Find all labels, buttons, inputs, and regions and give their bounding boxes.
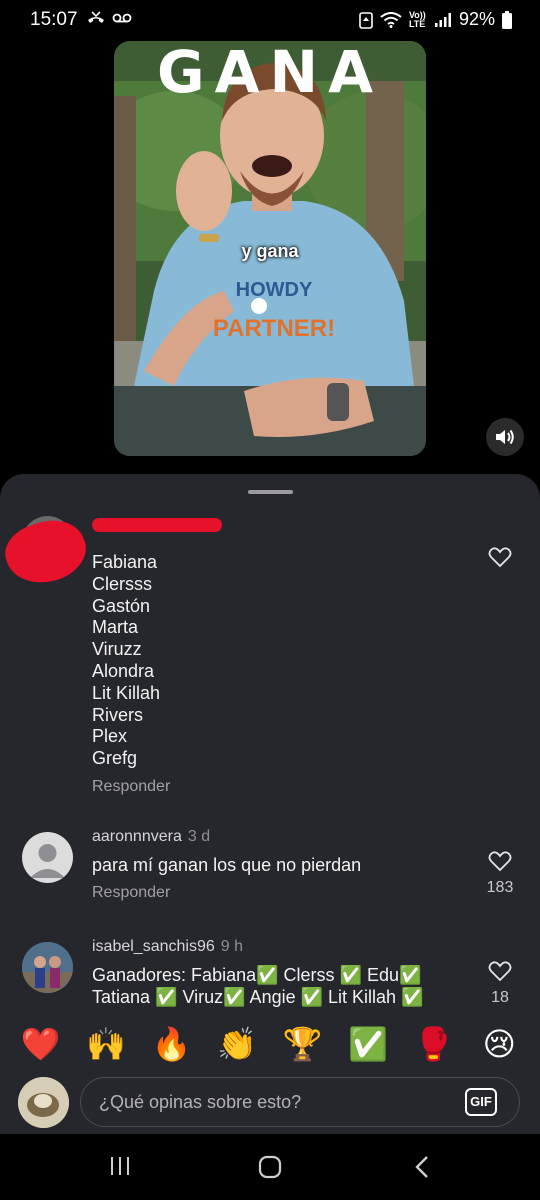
heart-icon <box>488 547 512 568</box>
redaction-scribble <box>0 510 94 594</box>
comment-body: aaronnnvera 3 d para mí ganan los que no … <box>92 826 470 902</box>
raised-hands-emoji-button[interactable]: 🙌 <box>84 1024 128 1064</box>
fire-emoji-button[interactable]: 🔥 <box>150 1024 194 1064</box>
shirt-text-2: PARTNER! <box>213 315 335 342</box>
comment-line: Grefg <box>92 748 138 769</box>
comment-text: Ganadores: Fabiana✅ Clerss ✅ Edu✅ Tatian… <box>92 965 424 1007</box>
emoji-quick-bar: ❤️ 🙌 🔥 👏 🏆 ✅ 🥊 😢 <box>0 1020 540 1068</box>
comment-header: isabel_sanchis96 9 h <box>92 936 460 958</box>
clap-emoji-button[interactable]: 👏 <box>215 1024 259 1064</box>
avatar[interactable] <box>22 832 73 883</box>
video-player[interactable]: HOWDY PARTNER! GANA y gana <box>114 41 426 456</box>
heart-emoji-button[interactable]: ❤️ <box>19 1024 63 1064</box>
comment-body: isabel_sanchis96 9 h Ganadores: Fabiana✅ … <box>92 936 460 1008</box>
comment-composer: ¿Qué opinas sobre esto? GIF <box>0 1068 540 1134</box>
network-label: Vo)) LTE <box>408 9 426 29</box>
own-avatar-photo <box>18 1077 69 1128</box>
system-nav-bar <box>0 1134 540 1200</box>
recent-apps-icon[interactable] <box>108 1154 132 1178</box>
default-avatar-icon <box>30 844 65 878</box>
status-right-icons: Vo)) LTE 92% <box>359 9 512 30</box>
back-icon[interactable] <box>410 1154 434 1180</box>
battery-icon <box>502 10 512 29</box>
user-photo-avatar <box>22 942 73 993</box>
status-bar: 15:07 Vo)) LTE 92% <box>0 0 540 40</box>
boxing-glove-emoji-button[interactable]: 🥊 <box>412 1024 456 1064</box>
speaker-icon <box>496 429 514 445</box>
status-time: 15:07 <box>30 9 78 30</box>
comment-body: Fabiana Clersss Gastón Marta Viruzz Alon… <box>92 552 470 796</box>
comment-item: Fabiana Clersss Gastón Marta Viruzz Alon… <box>0 510 540 802</box>
voicemail-icon <box>112 13 132 23</box>
battery-percent: 92% <box>458 9 495 29</box>
comment-line: Gastón <box>92 595 151 616</box>
comment-line: Plex <box>92 726 128 747</box>
comment-line: Fabiana <box>92 552 158 572</box>
comment-header: aaronnnvera 3 d <box>92 826 470 848</box>
heart-icon <box>488 851 512 872</box>
missed-call-icon <box>88 11 104 23</box>
reply-button[interactable]: Responder <box>92 778 470 796</box>
like-button[interactable]: 183 <box>484 850 516 897</box>
comment-item: aaronnnvera 3 d para mí ganan los que no … <box>0 826 540 916</box>
sheet-drag-handle[interactable] <box>248 490 293 494</box>
shirt-text-1: HOWDY <box>236 279 313 301</box>
video-overlay-title: GANA <box>157 41 383 106</box>
signal-icon <box>434 12 451 27</box>
like-count: 18 <box>491 989 509 1006</box>
comment-line: Viruzz <box>92 639 142 660</box>
gif-button[interactable]: GIF <box>465 1088 497 1116</box>
like-button[interactable] <box>484 546 516 573</box>
comment-line: Alondra <box>92 660 155 681</box>
comment-time: 3 d <box>187 828 211 845</box>
comment-line: Lit Killah <box>92 682 161 703</box>
redaction-scribble <box>92 518 222 532</box>
comment-username[interactable]: aaronnnvera <box>92 828 182 845</box>
comment-line: Marta <box>92 617 139 638</box>
crying-emoji-button[interactable]: 😢 <box>477 1024 521 1064</box>
data-saver-icon <box>359 11 373 29</box>
check-emoji-button[interactable]: ✅ <box>346 1024 390 1064</box>
avatar[interactable] <box>22 942 73 993</box>
trophy-emoji-button[interactable]: 🏆 <box>281 1024 325 1064</box>
comment-text: para mí ganan los que no pierdan <box>92 855 362 875</box>
comment-input[interactable]: ¿Qué opinas sobre esto? GIF <box>80 1077 520 1127</box>
comment-item: isabel_sanchis96 9 h Ganadores: Fabiana✅ … <box>0 936 540 1008</box>
status-left-icons <box>86 10 132 26</box>
comment-input-placeholder: ¿Qué opinas sobre esto? <box>99 1092 302 1112</box>
comment-line: Rivers <box>92 704 144 725</box>
comment-username[interactable]: isabel_sanchis96 <box>92 938 215 955</box>
home-icon[interactable] <box>257 1154 283 1180</box>
comment-line: Clersss <box>92 573 153 594</box>
video-caption: y gana <box>241 241 299 261</box>
like-count: 183 <box>486 879 514 896</box>
heart-icon <box>488 961 512 982</box>
wifi-icon <box>380 11 402 28</box>
volume-button[interactable] <box>486 418 524 456</box>
comment-time: 9 h <box>220 938 243 955</box>
reply-button[interactable]: Responder <box>92 884 470 902</box>
own-avatar[interactable] <box>18 1077 69 1128</box>
like-button[interactable]: 18 <box>484 960 516 1007</box>
